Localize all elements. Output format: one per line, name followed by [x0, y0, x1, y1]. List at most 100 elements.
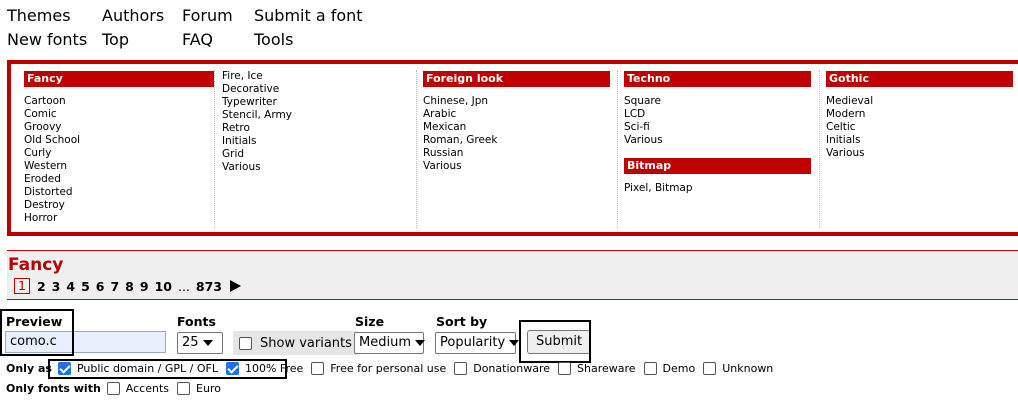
size-select[interactable]: Medium [354, 332, 425, 354]
feature-option-accents[interactable]: Accents [106, 382, 170, 395]
show-variants-checkbox[interactable] [239, 336, 252, 350]
category-column-foreign: Foreign look Chinese, Jpn Arabic Mexican… [416, 70, 616, 228]
license-option-public-domain[interactable]: Public domain / GPL / OFL [57, 362, 218, 375]
nav-link-authors[interactable]: Authors [102, 4, 164, 28]
category-header-foreign-look[interactable]: Foreign look [423, 71, 610, 87]
category-item-comic[interactable]: Comic [24, 108, 214, 121]
category-item-eroded[interactable]: Eroded [24, 173, 214, 186]
filter-form: Preview como.c Fonts 25 Show variants Si… [0, 308, 1018, 404]
category-item-groovy[interactable]: Groovy [24, 121, 214, 134]
100-free-checkbox[interactable] [225, 362, 239, 375]
category-item-initials[interactable]: Initials [222, 135, 415, 148]
100-free-label: 100% Free [244, 362, 304, 375]
page-link[interactable]: 4 [66, 279, 75, 294]
license-option-100-free[interactable]: 100% Free [225, 362, 304, 375]
page-link[interactable]: 6 [96, 279, 105, 294]
category-menu: Fancy Cartoon Comic Groovy Old School Cu… [7, 60, 1018, 236]
nav-link-submit-font[interactable]: Submit a font [254, 4, 363, 28]
nav-link-faq[interactable]: FAQ [182, 28, 233, 52]
category-item-distorted[interactable]: Distorted [24, 186, 214, 199]
accents-checkbox[interactable] [106, 382, 120, 395]
category-item-various-fancy[interactable]: Various [222, 161, 415, 174]
nav-link-new-fonts[interactable]: New fonts [7, 28, 87, 52]
category-item-stencil-army[interactable]: Stencil, Army [222, 109, 415, 122]
page-link[interactable]: 10 [155, 279, 172, 294]
shareware-checkbox[interactable] [558, 362, 571, 375]
page-link[interactable]: 7 [110, 279, 119, 294]
category-item-cartoon[interactable]: Cartoon [24, 95, 214, 108]
free-personal-checkbox[interactable] [311, 362, 325, 375]
license-option-demo[interactable]: Demo [643, 362, 695, 375]
donationware-checkbox[interactable] [454, 362, 468, 375]
show-variants-toggle[interactable]: Show variants [233, 331, 358, 355]
category-item-fire-ice[interactable]: Fire, Ice [222, 70, 415, 83]
euro-label: Euro [196, 382, 221, 395]
page-link[interactable]: 2 [37, 279, 46, 294]
submit-button[interactable]: Submit [527, 330, 592, 354]
category-item-destroy[interactable]: Destroy [24, 199, 214, 212]
category-item-lcd[interactable]: LCD [624, 108, 818, 121]
category-item-curly[interactable]: Curly [24, 147, 214, 160]
public-domain-label: Public domain / GPL / OFL [76, 362, 218, 375]
category-column-fancy: Fancy Cartoon Comic Groovy Old School Cu… [18, 70, 214, 228]
page-link-last[interactable]: 873 [196, 279, 222, 294]
nav-link-top[interactable]: Top [102, 28, 164, 52]
page-link[interactable]: 5 [81, 279, 90, 294]
license-option-donationware[interactable]: Donationware [454, 362, 550, 375]
page-link[interactable]: 3 [52, 279, 61, 294]
public-domain-checkbox[interactable] [57, 362, 71, 375]
section-title: Fancy [8, 255, 64, 275]
category-header-techno[interactable]: Techno [624, 71, 811, 87]
category-header-fancy[interactable]: Fancy [24, 71, 214, 87]
category-item-arabic[interactable]: Arabic [423, 108, 616, 121]
category-header-gothic[interactable]: Gothic [826, 71, 1013, 87]
category-item-various-gothic[interactable]: Various [826, 147, 1018, 160]
category-item-mexican[interactable]: Mexican [423, 121, 616, 134]
license-option-free-personal[interactable]: Free for personal use [311, 362, 446, 375]
fonts-per-page-select[interactable]: 25 [177, 332, 223, 354]
page-link[interactable]: 8 [125, 279, 134, 294]
preview-text-input[interactable]: como.c [5, 331, 166, 353]
category-item-pixel-bitmap[interactable]: Pixel, Bitmap [624, 182, 818, 195]
sort-by-select[interactable]: Popularity [435, 332, 520, 354]
license-option-unknown[interactable]: Unknown [703, 362, 773, 375]
accents-label: Accents [125, 382, 170, 395]
only-fonts-with-label: Only fonts with [6, 382, 101, 395]
category-item-various-techno[interactable]: Various [624, 134, 818, 147]
category-item-horror[interactable]: Horror [24, 212, 214, 225]
category-column-techno: Techno Square LCD Sci-fi Various Bitmap … [617, 70, 818, 228]
license-filter-row: Only as Public domain / GPL / OFL 100% F… [6, 362, 781, 375]
nav-link-themes[interactable]: Themes [7, 4, 87, 28]
category-item-medieval[interactable]: Medieval [826, 95, 1018, 108]
license-option-shareware[interactable]: Shareware [558, 362, 636, 375]
free-personal-label: Free for personal use [330, 362, 447, 375]
category-item-square[interactable]: Square [624, 95, 818, 108]
category-item-initials-gothic[interactable]: Initials [826, 134, 1018, 147]
page-link-current[interactable]: 1 [14, 278, 30, 294]
nav-link-tools[interactable]: Tools [254, 28, 363, 52]
category-item-old-school[interactable]: Old School [24, 134, 214, 147]
category-item-western[interactable]: Western [24, 160, 214, 173]
category-item-grid[interactable]: Grid [222, 148, 415, 161]
unknown-checkbox[interactable] [703, 362, 717, 375]
category-item-modern[interactable]: Modern [826, 108, 1018, 121]
euro-checkbox[interactable] [177, 382, 191, 395]
category-item-decorative[interactable]: Decorative [222, 83, 415, 96]
category-column-gothic: Gothic Medieval Modern Celtic Initials V… [819, 70, 1018, 228]
category-item-chinese-jpn[interactable]: Chinese, Jpn [423, 95, 616, 108]
category-item-various-foreign[interactable]: Various [423, 160, 616, 173]
category-item-typewriter[interactable]: Typewriter [222, 96, 415, 109]
category-item-russian[interactable]: Russian [423, 147, 616, 160]
nav-link-forum[interactable]: Forum [182, 4, 233, 28]
demo-checkbox[interactable] [643, 362, 657, 375]
category-item-retro[interactable]: Retro [222, 122, 415, 135]
category-item-roman-greek[interactable]: Roman, Greek [423, 134, 616, 147]
next-page-arrow-icon[interactable] [230, 280, 241, 292]
category-item-sci-fi[interactable]: Sci-fi [624, 121, 818, 134]
nav-column-4: Submit a font Tools [254, 4, 363, 52]
category-item-celtic[interactable]: Celtic [826, 121, 1018, 134]
page-link[interactable]: 9 [140, 279, 149, 294]
sort-by-value: Popularity [440, 335, 506, 350]
category-header-bitmap[interactable]: Bitmap [624, 158, 811, 174]
feature-option-euro[interactable]: Euro [177, 382, 221, 395]
